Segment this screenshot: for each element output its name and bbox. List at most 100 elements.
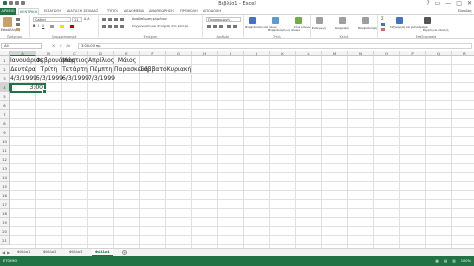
- insert-cells-icon[interactable]: [316, 17, 323, 24]
- sheet-tab-1[interactable]: Φύλλο1: [14, 249, 33, 256]
- align-middle-icon[interactable]: [108, 18, 112, 21]
- cell-a2[interactable]: Δευτέρα: [10, 65, 36, 74]
- confirm-entry-icon[interactable]: ✓: [59, 43, 62, 49]
- italic-icon[interactable]: I: [38, 24, 39, 28]
- new-sheet-button[interactable]: +: [122, 250, 127, 255]
- row-header-12[interactable]: 12: [0, 155, 10, 164]
- conditional-formatting-icon[interactable]: [249, 17, 256, 24]
- row-header-18[interactable]: 18: [0, 209, 10, 218]
- fill-icon[interactable]: [381, 23, 385, 26]
- cancel-entry-icon[interactable]: ✕: [52, 43, 55, 49]
- cell-styles-button[interactable]: Στυλ κελιών: [294, 26, 310, 30]
- underline-icon[interactable]: U: [42, 24, 44, 28]
- borders-icon[interactable]: [50, 25, 54, 28]
- formula-input[interactable]: 3:00:00 πμ: [78, 43, 472, 49]
- tab-file[interactable]: ΑΡΧΕΙΟ: [0, 8, 16, 15]
- row-header-1[interactable]: 1: [0, 56, 10, 65]
- sort-filter-button[interactable]: Ταξινόμηση και φιλτράρισμα: [390, 26, 428, 30]
- row-header-16[interactable]: 16: [0, 191, 10, 200]
- cell-d3[interactable]: 7/3/1999: [88, 74, 115, 83]
- account-link[interactable]: Είσοδος: [458, 8, 472, 15]
- tab-view[interactable]: ΠΡΟΒΟΛΗ: [180, 8, 198, 15]
- sheet-tab-4[interactable]: Φύλλο4: [92, 249, 113, 256]
- zoom-level[interactable]: 100%: [461, 256, 471, 266]
- cell-b2[interactable]: Τρίτη: [36, 65, 62, 74]
- cell-e2[interactable]: Παρασκευή: [114, 65, 148, 74]
- tab-review[interactable]: ΑΝΑΘΕΩΡΗΣΗ: [149, 8, 174, 15]
- cell-styles-icon[interactable]: [295, 17, 302, 24]
- cell-d2[interactable]: Πέμπτη: [88, 65, 114, 74]
- tab-insert[interactable]: ΕΙΣΑΓΩΓΗ: [44, 8, 61, 15]
- align-center-icon[interactable]: [108, 25, 112, 28]
- cell-c1[interactable]: Μάρτιος: [62, 56, 88, 65]
- find-select-icon[interactable]: [424, 17, 431, 24]
- bold-icon[interactable]: B: [33, 24, 35, 28]
- font-grow-icon[interactable]: A A: [84, 17, 89, 21]
- delete-cells-icon[interactable]: [339, 17, 346, 24]
- tab-formulas[interactable]: ΤΥΠΟΙ: [107, 8, 118, 15]
- active-cell-selection[interactable]: [10, 83, 47, 94]
- row-header-14[interactable]: 14: [0, 173, 10, 182]
- cell-b1[interactable]: Φεβρουάριος: [36, 56, 76, 65]
- copy-icon[interactable]: [16, 23, 20, 26]
- align-left-icon[interactable]: [102, 25, 106, 28]
- align-top-icon[interactable]: [102, 18, 106, 21]
- row-header-9[interactable]: 9: [0, 128, 10, 137]
- indent-icon[interactable]: [120, 25, 124, 28]
- decrease-decimal-icon[interactable]: [233, 25, 237, 28]
- delete-cells-button[interactable]: Διαγραφή: [335, 26, 349, 30]
- row-header-4[interactable]: 4: [0, 83, 10, 92]
- insert-cells-button[interactable]: Εισαγωγή: [312, 26, 326, 30]
- help-button[interactable]: ?: [426, 0, 429, 8]
- number-format-select[interactable]: Προσαρμογή: [206, 17, 241, 22]
- insert-function-icon[interactable]: fx: [66, 43, 70, 49]
- autosum-icon[interactable]: Σ: [381, 17, 384, 21]
- cell-c3[interactable]: 6/3/1999: [62, 74, 89, 83]
- clear-icon[interactable]: [381, 28, 385, 31]
- currency-icon[interactable]: [207, 25, 211, 28]
- row-header-13[interactable]: 13: [0, 164, 10, 173]
- fill-color-icon[interactable]: [60, 25, 64, 28]
- sort-filter-icon[interactable]: [396, 17, 403, 24]
- align-bottom-icon[interactable]: [114, 18, 118, 21]
- orientation-icon[interactable]: [120, 18, 124, 21]
- format-cells-icon[interactable]: [362, 17, 369, 24]
- format-cells-button[interactable]: Μορφοποίηση: [358, 26, 377, 30]
- align-right-icon[interactable]: [114, 25, 118, 28]
- format-painter-icon[interactable]: [16, 28, 20, 31]
- cell-a3[interactable]: 4/3/1999: [10, 74, 37, 83]
- page-layout-view-icon[interactable]: ▤: [444, 256, 447, 266]
- tab-acrobat[interactable]: ΑΠΟΔΟΧΗ: [203, 8, 221, 15]
- percent-icon[interactable]: [213, 25, 217, 28]
- cell-c2[interactable]: Τετάρτη: [62, 65, 88, 74]
- row-header-21[interactable]: 21: [0, 236, 10, 245]
- font-name-select[interactable]: Calibri: [33, 17, 71, 22]
- sheet-tab-3[interactable]: Φύλλο3: [66, 249, 85, 256]
- row-header-17[interactable]: 17: [0, 200, 10, 209]
- comma-style-icon[interactable]: [219, 25, 223, 28]
- cell-f2[interactable]: Σάββατο: [140, 65, 167, 74]
- font-color-icon[interactable]: [70, 25, 74, 28]
- merge-center-button[interactable]: Συγχώνευση και στοίχιση στο κέντρο: [132, 24, 188, 28]
- format-as-table-icon[interactable]: [272, 17, 279, 24]
- cell-d1[interactable]: Απρίλιος: [88, 56, 114, 65]
- tab-page-layout[interactable]: ΔΙΑΤΑΞΗ ΣΕΛΙΔΑΣ: [67, 8, 98, 15]
- row-header-2[interactable]: 2: [0, 65, 10, 74]
- sheet-tab-2[interactable]: Φύλλο2: [40, 249, 59, 256]
- row-header-19[interactable]: 19: [0, 218, 10, 227]
- ribbon-display-button[interactable]: ▭: [435, 0, 441, 8]
- page-break-view-icon[interactable]: ▥: [452, 256, 455, 266]
- increase-decimal-icon[interactable]: [227, 25, 231, 28]
- minimize-button[interactable]: —: [445, 0, 451, 8]
- normal-view-icon[interactable]: ▦: [436, 256, 439, 266]
- row-header-5[interactable]: 5: [0, 92, 10, 101]
- tab-home[interactable]: ΚΕΝΤΡΙΚΗ: [18, 8, 40, 15]
- row-header-7[interactable]: 7: [0, 110, 10, 119]
- row-header-15[interactable]: 15: [0, 182, 10, 191]
- cell-a1[interactable]: Ιανουάριος: [10, 56, 43, 65]
- row-header-20[interactable]: 20: [0, 227, 10, 236]
- find-select-button[interactable]: Εύρεση και επιλογή: [423, 29, 448, 33]
- row-header-3[interactable]: 3: [0, 74, 10, 83]
- tab-data[interactable]: ΔΕΔΟΜΕΝΑ: [124, 8, 144, 15]
- row-header-8[interactable]: 8: [0, 119, 10, 128]
